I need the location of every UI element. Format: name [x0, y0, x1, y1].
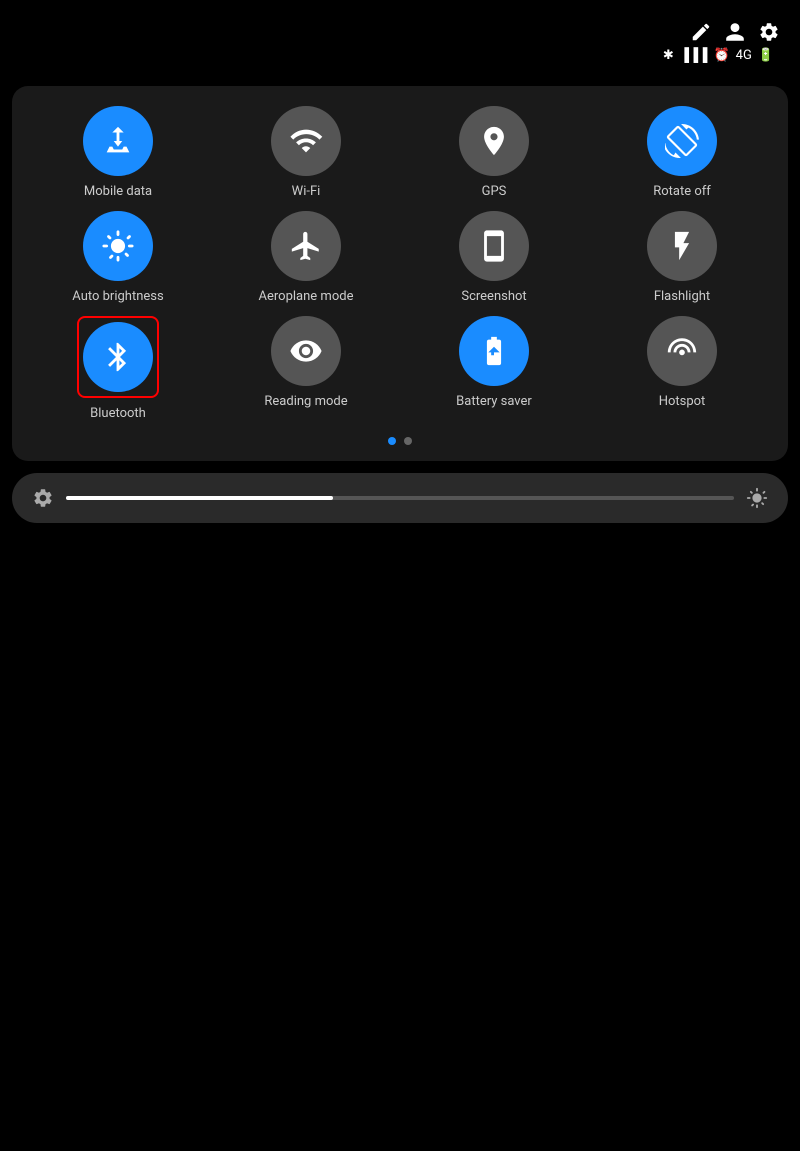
- qs-tile-bluetooth[interactable]: Bluetooth: [28, 316, 208, 421]
- mobile-data-icon-circle: [83, 106, 153, 176]
- qs-tile-rotate-off[interactable]: Rotate off: [592, 106, 772, 199]
- mobile-data-label: Mobile data: [84, 184, 152, 199]
- bluetooth-icon-circle: [83, 322, 153, 392]
- qs-tile-gps[interactable]: GPS: [404, 106, 584, 199]
- status-indicators: ✱ ▐▐▐ ⏰ 4G 🔋: [657, 47, 780, 63]
- dot-1: [388, 437, 396, 445]
- flashlight-icon-circle: [647, 211, 717, 281]
- bluetooth-status-icon: ✱: [663, 48, 674, 63]
- quick-settings-panel: Mobile data Wi-Fi GPS Rotate off Auto br…: [12, 86, 788, 461]
- reading-mode-label: Reading mode: [264, 394, 347, 409]
- rotate-off-label: Rotate off: [653, 184, 711, 199]
- battery-saver-label: Battery saver: [456, 394, 532, 409]
- status-top-icons: [690, 21, 780, 43]
- wifi-label: Wi-Fi: [292, 184, 321, 199]
- brightness-bar[interactable]: [12, 473, 788, 523]
- screenshot-icon-circle: [459, 211, 529, 281]
- status-right: ✱ ▐▐▐ ⏰ 4G 🔋: [657, 21, 780, 63]
- qs-tile-screenshot[interactable]: Screenshot: [404, 211, 584, 304]
- qs-tile-hotspot[interactable]: Hotspot: [592, 316, 772, 421]
- reading-mode-icon-circle: [271, 316, 341, 386]
- network-icon: 4G: [736, 48, 752, 63]
- qs-tile-mobile-data[interactable]: Mobile data: [28, 106, 208, 199]
- settings-icon[interactable]: [758, 21, 780, 43]
- status-bar: ✱ ▐▐▐ ⏰ 4G 🔋: [0, 0, 800, 80]
- aeroplane-mode-label: Aeroplane mode: [259, 289, 354, 304]
- qs-tile-wifi[interactable]: Wi-Fi: [216, 106, 396, 199]
- qs-tile-auto-brightness[interactable]: Auto brightness: [28, 211, 208, 304]
- qs-grid: Mobile data Wi-Fi GPS Rotate off Auto br…: [28, 106, 772, 421]
- gps-label: GPS: [482, 184, 507, 199]
- battery-saver-icon-circle: [459, 316, 529, 386]
- alarm-icon: ⏰: [713, 48, 729, 63]
- gps-icon-circle: [459, 106, 529, 176]
- auto-brightness-label: Auto brightness: [72, 289, 163, 304]
- qs-tile-aeroplane-mode[interactable]: Aeroplane mode: [216, 211, 396, 304]
- rotate-off-icon-circle: [647, 106, 717, 176]
- qs-tile-reading-mode[interactable]: Reading mode: [216, 316, 396, 421]
- auto-brightness-icon-circle: [83, 211, 153, 281]
- brightness-track[interactable]: [66, 496, 734, 500]
- hotspot-icon-circle: [647, 316, 717, 386]
- qs-tile-flashlight[interactable]: Flashlight: [592, 211, 772, 304]
- flashlight-label: Flashlight: [654, 289, 710, 304]
- brightness-sun-icon: [746, 487, 768, 509]
- aeroplane-mode-icon-circle: [271, 211, 341, 281]
- bluetooth-label: Bluetooth: [90, 406, 146, 421]
- brightness-fill: [66, 496, 333, 500]
- battery-icon: 🔋: [758, 48, 774, 63]
- pagination-dots: [28, 437, 772, 445]
- settings-gear-icon[interactable]: [32, 487, 54, 509]
- wifi-icon-circle: [271, 106, 341, 176]
- bluetooth-border: [77, 316, 159, 398]
- dot-2: [404, 437, 412, 445]
- hotspot-label: Hotspot: [659, 394, 706, 409]
- screenshot-label: Screenshot: [461, 289, 526, 304]
- signal-icon: ▐▐▐: [680, 47, 708, 63]
- qs-tile-battery-saver[interactable]: Battery saver: [404, 316, 584, 421]
- edit-icon: [690, 21, 712, 43]
- user-icon: [724, 21, 746, 43]
